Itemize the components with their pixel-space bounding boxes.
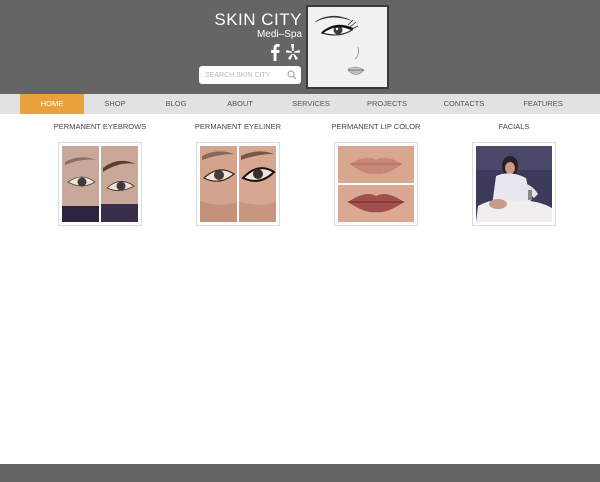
service-title-facials[interactable]: FACIALS xyxy=(454,122,574,133)
service-title-lip-color[interactable]: PERMANENT LIP COLOR xyxy=(316,122,436,133)
search-icon[interactable] xyxy=(287,70,297,80)
main-nav: HOME SHOP BLOG ABOUT SERVICES PROJECTS C… xyxy=(0,94,600,114)
service-image-facials[interactable] xyxy=(472,142,556,226)
nav-item-projects[interactable]: PROJECTS xyxy=(358,94,416,114)
service-image-eyebrows[interactable] xyxy=(58,142,142,226)
face-logo-illustration xyxy=(306,5,389,89)
nav-item-blog[interactable]: BLOG xyxy=(152,94,200,114)
site-header: SKIN CITY Medi–Spa xyxy=(0,0,600,94)
site-footer xyxy=(0,464,600,482)
nav-item-about[interactable]: ABOUT xyxy=(214,94,266,114)
service-image-lip-color[interactable] xyxy=(334,142,418,226)
brand[interactable]: SKIN CITY Medi–Spa xyxy=(214,10,302,41)
search-box xyxy=(199,66,301,84)
nav-item-home[interactable]: HOME xyxy=(20,94,84,114)
service-title-eyeliner[interactable]: PERMANENT EYELINER xyxy=(178,122,298,133)
service-title-eyebrows[interactable]: PERMANENT EYEBROWS xyxy=(40,122,160,133)
brand-subtitle: Medi–Spa xyxy=(256,29,302,40)
social-links xyxy=(270,43,304,61)
nav-item-contacts[interactable]: CONTACTS xyxy=(434,94,494,114)
yelp-icon[interactable] xyxy=(285,43,301,61)
service-image-eyeliner[interactable] xyxy=(196,142,280,226)
facebook-icon[interactable] xyxy=(270,43,280,61)
nav-item-services[interactable]: SERVICES xyxy=(282,94,340,114)
nav-item-features[interactable]: FEATURES xyxy=(512,94,574,114)
brand-title: SKIN CITY xyxy=(214,10,302,29)
search-input[interactable] xyxy=(205,68,289,82)
nav-item-shop[interactable]: SHOP xyxy=(90,94,140,114)
